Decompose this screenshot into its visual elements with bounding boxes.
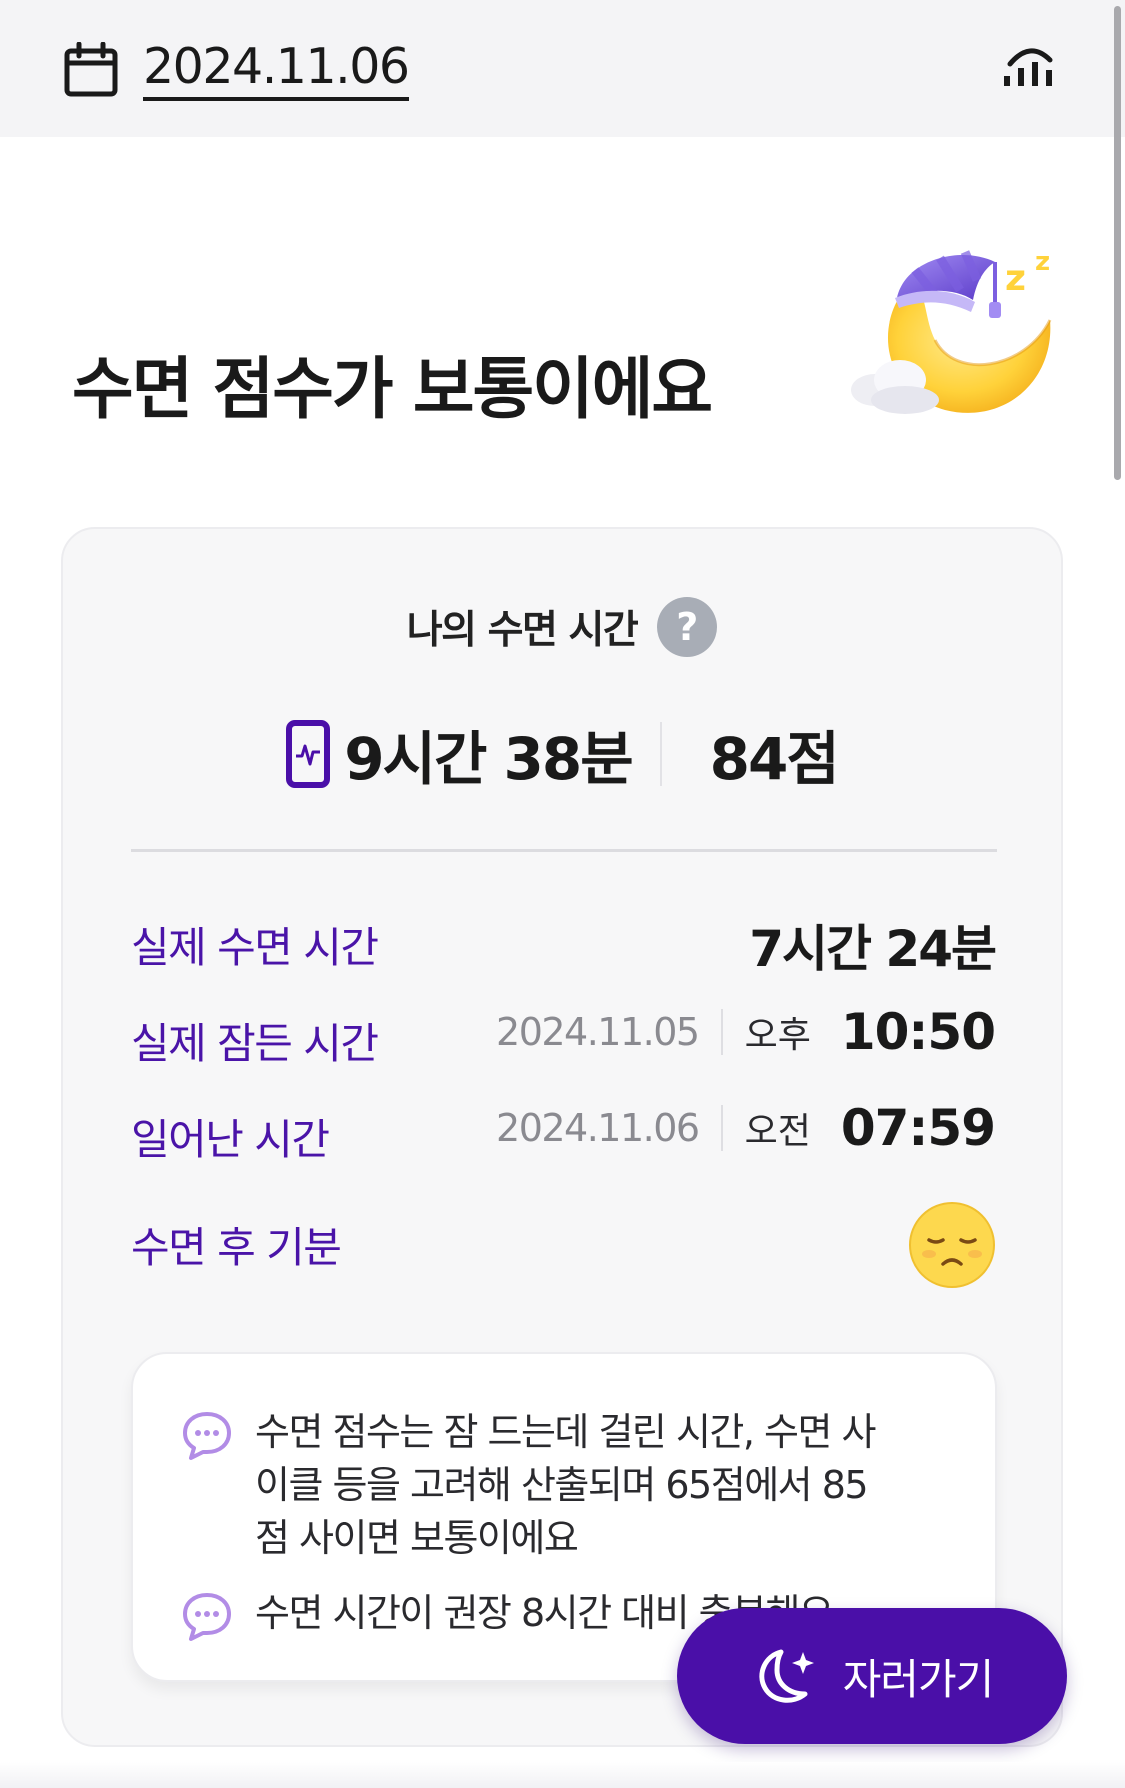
tip-text: 수면 점수는 잠 드는데 걸린 시간, 수면 사이클 등을 고려해 산출되며 6… — [255, 1410, 877, 1560]
actual-sleep-value: 7시간 24분 — [749, 920, 997, 978]
woke-up-ampm: 오전 — [744, 1111, 811, 1152]
fell-asleep-ampm: 오후 — [744, 1015, 811, 1056]
sleep-summary-card: 나의 수면 시간 ? 9시간 38분 84점 실제 수면 시간 7시간 24분 … — [61, 527, 1063, 1747]
sleep-summary-row: 9시간 38분 84점 — [63, 714, 1061, 794]
go-to-sleep-button[interactable]: 자러가기 — [677, 1608, 1067, 1744]
total-sleep-duration: 9시간 38분 — [344, 725, 633, 793]
calendar-icon — [64, 42, 118, 97]
mood-label: 수면 후 기분 — [131, 1223, 342, 1272]
bottom-fade — [0, 1762, 1125, 1788]
card-heading-text: 나의 수면 시간 — [406, 608, 639, 653]
fell-asleep-time: 10:50 — [840, 1003, 996, 1061]
fell-asleep-value: 2024.11.05 오후 10:50 — [496, 1003, 996, 1061]
woke-up-date: 2024.11.06 — [496, 1106, 700, 1150]
bar-chart-icon[interactable] — [998, 30, 1062, 94]
phone-heartbeat-icon — [286, 720, 331, 788]
woke-up-time: 07:59 — [840, 1099, 996, 1157]
scrollbar[interactable] — [1114, 6, 1121, 480]
woke-up-label: 일어난 시간 — [131, 1115, 330, 1164]
top-bar: 2024.11.06 — [0, 0, 1125, 137]
moon-sparkle-icon — [759, 1649, 814, 1703]
svg-text:z: z — [1035, 247, 1050, 277]
card-divider — [131, 849, 997, 852]
go-to-sleep-label: 자러가기 — [842, 1654, 995, 1704]
fell-asleep-date: 2024.11.05 — [496, 1010, 700, 1054]
card-heading: 나의 수면 시간 ? — [63, 597, 1061, 657]
value-separator — [720, 1105, 723, 1151]
chat-bubble-icon — [183, 1412, 231, 1460]
summary-divider — [659, 722, 662, 786]
selected-date[interactable]: 2024.11.06 — [143, 38, 410, 102]
chat-bubble-icon — [183, 1593, 231, 1641]
svg-text:z: z — [1005, 258, 1026, 299]
tip-item: 수면 점수는 잠 드는데 걸린 시간, 수면 사이클 등을 고려해 산출되며 6… — [181, 1406, 877, 1565]
fell-asleep-label: 실제 잠든 시간 — [131, 1019, 379, 1068]
help-icon[interactable]: ? — [657, 597, 718, 657]
page-title: 수면 점수가 보통이에요 — [72, 350, 713, 428]
sleeping-moon-icon: z z — [851, 247, 1052, 414]
actual-sleep-label: 실제 수면 시간 — [131, 923, 379, 972]
date-picker-button[interactable]: 2024.11.06 — [63, 30, 410, 110]
sad-face-icon — [909, 1202, 995, 1288]
value-separator — [720, 1009, 723, 1055]
woke-up-value: 2024.11.06 오전 07:59 — [496, 1099, 996, 1157]
sleep-score: 84점 — [709, 725, 840, 793]
